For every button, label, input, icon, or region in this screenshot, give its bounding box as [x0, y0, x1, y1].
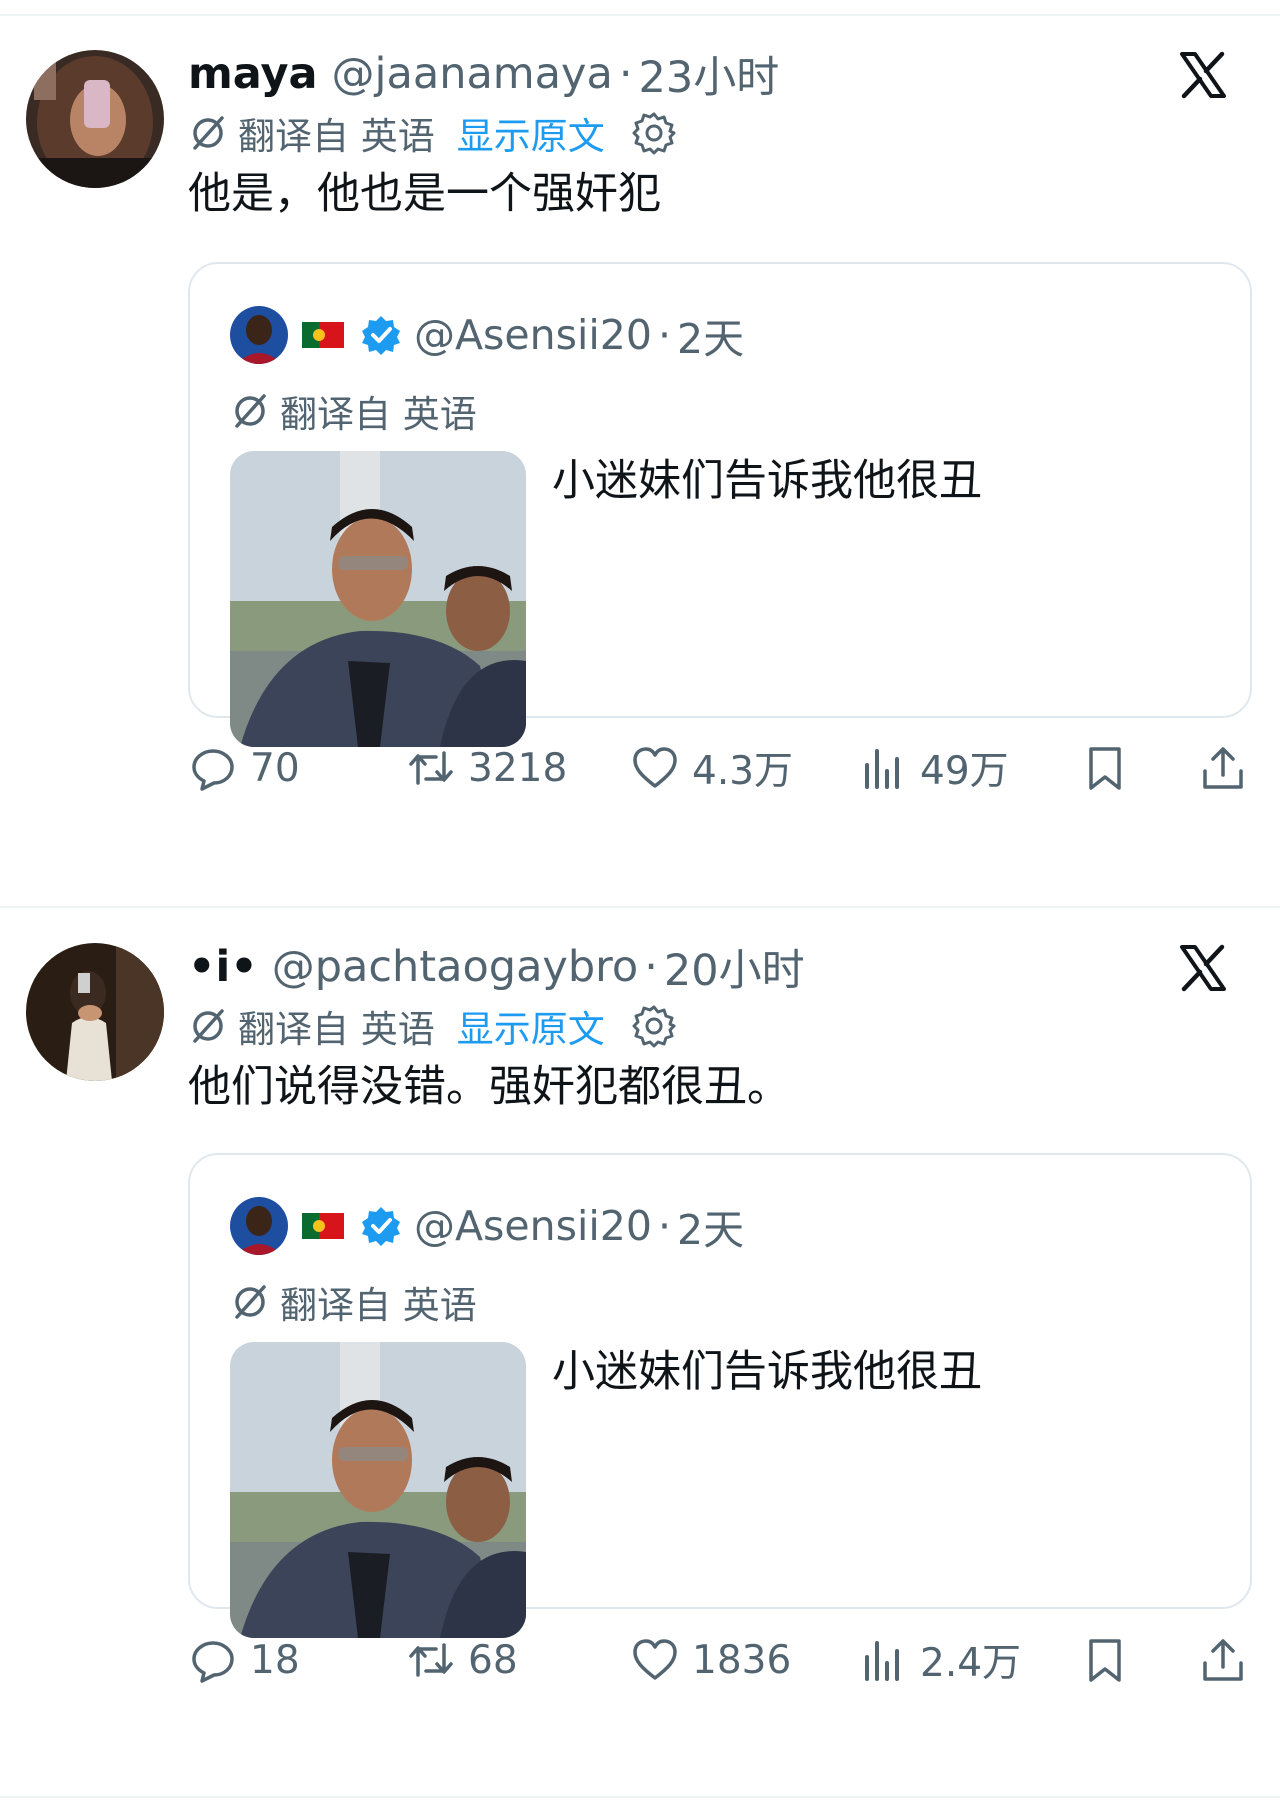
top-divider — [0, 14, 1280, 16]
quote-media-image[interactable] — [230, 1342, 526, 1638]
retweet-button[interactable]: 68 — [406, 1632, 518, 1688]
translation-bar: 翻译自 英语 显示原文 — [188, 106, 677, 160]
like-count: 4.3万 — [692, 749, 794, 794]
share-button[interactable] — [1198, 1632, 1260, 1688]
bookmark-button[interactable] — [1080, 740, 1142, 796]
reply-button[interactable]: 70 — [188, 740, 300, 796]
reply-count: 70 — [250, 745, 300, 791]
retweet-icon — [409, 751, 453, 785]
verified-badge-icon — [362, 1207, 400, 1246]
quote-handle[interactable]: @Asensii20 — [414, 1202, 652, 1250]
retweet-count: 68 — [468, 1637, 518, 1683]
like-count: 1836 — [692, 1637, 792, 1683]
retweet-count: 3218 — [468, 745, 568, 791]
views-count: 49万 — [920, 749, 1009, 794]
bookmark-button[interactable] — [1080, 1632, 1142, 1688]
reply-icon — [192, 1641, 234, 1683]
tweet-text: 他们说得没错。强奸犯都很丑。 — [188, 1062, 790, 1112]
quote-text: 小迷妹们告诉我他很丑 — [552, 456, 982, 506]
translated-from-label: 翻译自 英语 — [238, 115, 435, 158]
quote-avatar[interactable] — [230, 306, 288, 364]
like-button[interactable]: 1836 — [630, 1632, 791, 1688]
bookmark-icon — [1089, 1639, 1121, 1682]
bookmark-icon — [1089, 747, 1121, 790]
reply-icon — [192, 749, 234, 791]
display-name[interactable]: •i• — [188, 942, 258, 992]
share-button[interactable] — [1198, 740, 1260, 796]
translation-bar: 翻译自 英语 显示原文 — [188, 999, 677, 1053]
quoted-tweet[interactable]: @Asensii20 · 2天 翻译自 英语 小迷妹们告诉我他很丑 — [188, 1153, 1252, 1638]
tweet-header: maya @jaanamaya · 23小时 — [188, 42, 779, 106]
views-button[interactable]: 2.4万 — [858, 1632, 1021, 1688]
quote-translation-bar: 翻译自 英语 — [230, 1275, 477, 1329]
views-icon — [865, 749, 899, 789]
timestamp[interactable]: 23小时 — [639, 43, 780, 105]
tweet-text: 他是，他也是一个强奸犯 — [188, 169, 661, 219]
display-name[interactable]: maya — [188, 49, 318, 99]
quote-header: @Asensii20 · 2天 — [230, 1195, 744, 1257]
translated-from-label: 翻译自 英语 — [280, 1284, 477, 1327]
separator-dot: · — [644, 942, 658, 992]
show-original-link[interactable]: 显示原文 — [457, 999, 605, 1053]
avatar[interactable] — [26, 943, 164, 1081]
quote-translation-bar: 翻译自 英语 — [230, 384, 477, 438]
separator-dot: · — [618, 49, 633, 99]
like-icon — [633, 1639, 677, 1680]
action-bar: 70 3218 4.3万 49万 — [0, 740, 1280, 796]
timestamp[interactable]: 20小时 — [664, 936, 805, 998]
reply-button[interactable]: 18 — [188, 1632, 300, 1688]
quote-text: 小迷妹们告诉我他很丑 — [552, 1347, 982, 1397]
retweet-icon — [409, 1643, 453, 1677]
bottom-divider — [0, 1796, 1280, 1798]
tweet-divider — [0, 906, 1280, 908]
gear-icon[interactable] — [631, 110, 677, 156]
quote-timestamp[interactable]: 2天 — [677, 1196, 744, 1256]
translate-icon — [193, 116, 224, 150]
quote-timestamp[interactable]: 2天 — [677, 305, 744, 365]
verified-badge-icon — [362, 316, 400, 355]
translate-icon — [193, 1009, 224, 1043]
tweet-header: •i• @pachtaogaybro · 20小时 — [188, 935, 805, 999]
quote-header: @Asensii20 · 2天 — [230, 304, 744, 366]
retweet-button[interactable]: 3218 — [406, 740, 567, 796]
separator-dot: · — [657, 311, 671, 359]
avatar[interactable] — [26, 50, 164, 188]
views-count: 2.4万 — [920, 1641, 1022, 1686]
gear-icon[interactable] — [631, 1003, 677, 1049]
translated-from-label: 翻译自 英语 — [280, 393, 477, 436]
x-logo-icon — [1180, 944, 1226, 992]
like-icon — [633, 747, 677, 788]
translate-icon — [235, 1285, 266, 1319]
portugal-flag-icon — [302, 322, 344, 348]
quote-media-image[interactable] — [230, 451, 526, 747]
quote-handle[interactable]: @Asensii20 — [414, 311, 652, 359]
like-button[interactable]: 4.3万 — [630, 740, 793, 796]
x-logo-icon — [1180, 51, 1226, 99]
translate-icon — [235, 394, 266, 428]
user-handle[interactable]: @jaanamaya — [332, 49, 613, 99]
share-icon — [1203, 747, 1243, 789]
quoted-tweet[interactable]: @Asensii20 · 2天 翻译自 英语 小迷妹们告诉我他很丑 — [188, 262, 1252, 747]
action-bar: 18 68 1836 2.4万 — [0, 1632, 1280, 1688]
translated-from-label: 翻译自 英语 — [238, 1008, 435, 1051]
share-icon — [1203, 1639, 1243, 1681]
user-handle[interactable]: @pachtaogaybro — [272, 942, 639, 992]
separator-dot: · — [657, 1202, 671, 1250]
quote-avatar[interactable] — [230, 1197, 288, 1255]
views-icon — [865, 1641, 899, 1681]
portugal-flag-icon — [302, 1213, 344, 1239]
views-button[interactable]: 49万 — [858, 740, 1009, 796]
show-original-link[interactable]: 显示原文 — [457, 106, 605, 160]
reply-count: 18 — [250, 1637, 300, 1683]
